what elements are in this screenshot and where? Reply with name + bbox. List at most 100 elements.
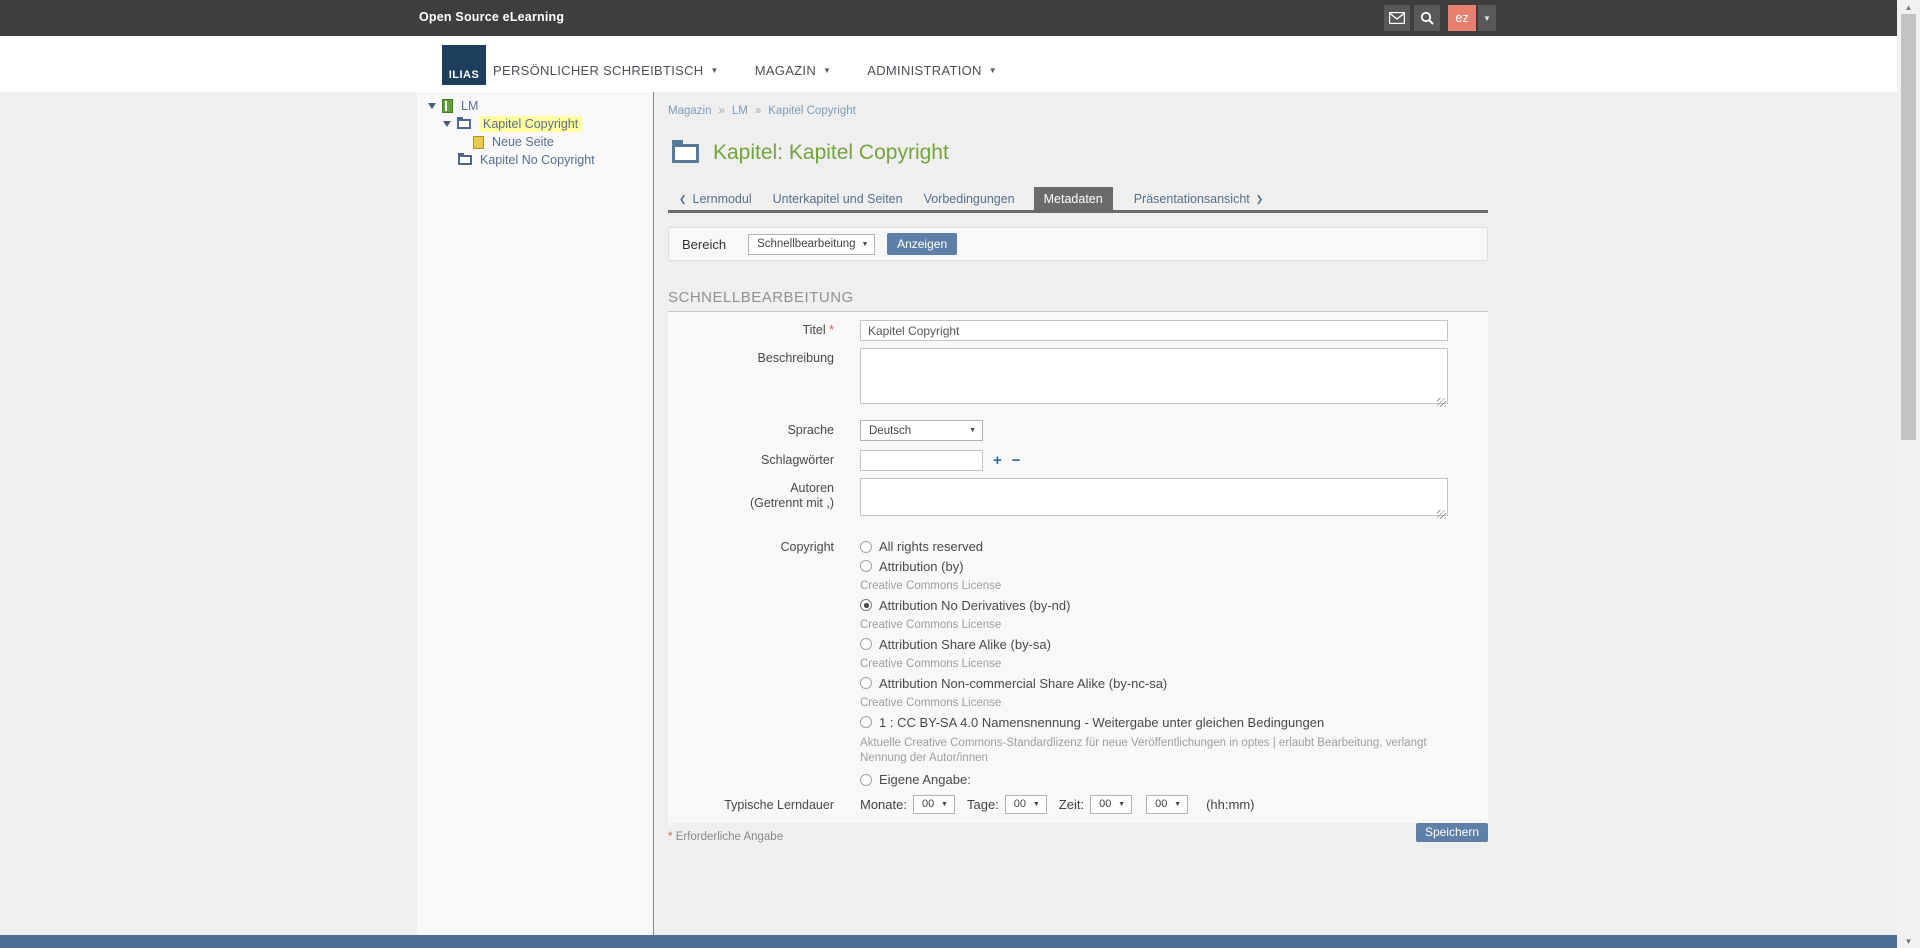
- copyright-option-cc-by-sa-40[interactable]: 1 : CC BY-SA 4.0 Namensnennung - Weiterg…: [860, 713, 1440, 733]
- sprache-row: Sprache Deutsch ▼: [668, 420, 1488, 441]
- beschreibung-textarea[interactable]: [860, 348, 1448, 404]
- user-avatar[interactable]: ez: [1448, 5, 1476, 31]
- tab-unterkapitel-und-seiten[interactable]: Unterkapitel und Seiten: [773, 187, 903, 210]
- titel-label: Titel *: [668, 320, 860, 341]
- section-heading: SCHNELLBEARBEITUNG: [668, 289, 1488, 312]
- chevron-down-icon: ▼: [1174, 801, 1181, 808]
- tab-label: Metadaten: [1044, 192, 1103, 206]
- add-keyword-button[interactable]: +: [993, 450, 1002, 471]
- cc-license-description: Aktuelle Creative Commons-Standardlizenz…: [860, 732, 1440, 770]
- copyright-option-by-sa[interactable]: Attribution Share Alike (by-sa): [860, 635, 1440, 655]
- beschreibung-label: Beschreibung: [668, 348, 860, 409]
- page-header: Kapitel: Kapitel Copyright: [668, 141, 1488, 165]
- radio-button[interactable]: [860, 599, 872, 611]
- breadcrumb-kapitel-copyright[interactable]: Kapitel Copyright: [768, 105, 856, 117]
- copyright-option-by[interactable]: Attribution (by): [860, 557, 1440, 577]
- mail-button[interactable]: [1384, 5, 1410, 31]
- menu-label: PERSÖNLICHER SCHREIBTISCH: [493, 63, 703, 78]
- breadcrumb-separator: »: [718, 105, 724, 117]
- required-asterisk: *: [829, 323, 834, 337]
- footer-bar: [0, 935, 1897, 948]
- chevron-down-icon: ▼: [1033, 801, 1040, 808]
- vertical-scrollbar[interactable]: ▲ ▼: [1897, 0, 1920, 948]
- menu-magazin[interactable]: MAGAZIN ▼: [755, 63, 832, 78]
- tree-expand-icon[interactable]: [443, 121, 451, 127]
- bereich-select[interactable]: Schnellbearbeitung ▼: [748, 234, 875, 255]
- anzeigen-button[interactable]: Anzeigen: [887, 233, 957, 255]
- user-menu-caret[interactable]: ▼: [1478, 5, 1496, 31]
- breadcrumb-lm[interactable]: LM: [732, 105, 748, 117]
- titel-input[interactable]: [860, 320, 1448, 341]
- tree-item-kapitel-no-copyright[interactable]: Kapitel No Copyright: [417, 151, 653, 169]
- radio-button[interactable]: [860, 716, 872, 728]
- zeit-stunden-select[interactable]: 00 ▼: [1090, 795, 1132, 814]
- main-navbar: ILIAS PERSÖNLICHER SCHREIBTISCH ▼ MAGAZI…: [0, 36, 1897, 92]
- page-icon: [473, 136, 484, 149]
- tree-item-kapitel-copyright[interactable]: Kapitel Copyright: [417, 115, 653, 133]
- search-button[interactable]: [1414, 5, 1440, 31]
- cc-license-note: Creative Commons License: [860, 576, 1440, 596]
- monate-label: Monate:: [860, 797, 907, 812]
- autoren-textarea[interactable]: [860, 478, 1448, 516]
- tage-select[interactable]: 00 ▼: [1005, 795, 1047, 814]
- schlagwoerter-label: Schlagwörter: [668, 450, 860, 471]
- menu-administration[interactable]: ADMINISTRATION ▼: [867, 63, 997, 78]
- tab-label: Präsentationsansicht: [1134, 192, 1250, 206]
- lerndauer-row: Typische Lerndauer Monate: 00 ▼ Tage: 00…: [668, 795, 1488, 814]
- radio-button[interactable]: [860, 541, 872, 553]
- chevron-left-icon: ❮: [679, 194, 687, 205]
- remove-keyword-button[interactable]: −: [1012, 450, 1021, 471]
- tab-back-lernmodul[interactable]: ❮ Lernmodul: [679, 187, 752, 210]
- speichern-button[interactable]: Speichern: [1416, 823, 1488, 842]
- search-icon: [1420, 11, 1434, 25]
- tree-item-lm[interactable]: LM: [417, 97, 653, 115]
- tree-item-neue-seite[interactable]: Neue Seite: [417, 133, 653, 151]
- sprache-select[interactable]: Deutsch ▼: [860, 420, 983, 441]
- tree-expand-icon[interactable]: [428, 103, 436, 109]
- copyright-option-by-nd[interactable]: Attribution No Derivatives (by-nd): [860, 596, 1440, 616]
- chevron-down-icon: ▼: [1118, 801, 1125, 808]
- tree-item-label: Neue Seite: [492, 135, 554, 149]
- zeit-minuten-select[interactable]: 00 ▼: [1146, 795, 1188, 814]
- chevron-down-icon: ▼: [1483, 14, 1491, 23]
- main-menu: PERSÖNLICHER SCHREIBTISCH ▼ MAGAZIN ▼ AD…: [493, 63, 997, 78]
- tab-vorbedingungen[interactable]: Vorbedingungen: [924, 187, 1015, 210]
- breadcrumb-magazin[interactable]: Magazin: [668, 105, 711, 117]
- ilias-logo[interactable]: ILIAS: [442, 45, 486, 85]
- tab-forward-praesentationsansicht[interactable]: Präsentationsansicht ❯: [1134, 187, 1264, 210]
- tree-item-label: Kapitel No Copyright: [480, 153, 595, 167]
- scrollbar-thumb[interactable]: [1901, 14, 1916, 440]
- schlagwoerter-row: Schlagwörter + −: [668, 450, 1488, 471]
- copyright-option-by-nc-sa[interactable]: Attribution Non-commercial Share Alike (…: [860, 674, 1440, 694]
- cc-license-note: Creative Commons License: [860, 693, 1440, 713]
- main-content: Magazin » LM » Kapitel Copyright Kapitel…: [668, 92, 1488, 843]
- form-footer: * Erforderliche Angabe Speichern: [668, 823, 1488, 843]
- radio-button[interactable]: [860, 774, 872, 786]
- tab-label: Vorbedingungen: [924, 192, 1015, 206]
- breadcrumb: Magazin » LM » Kapitel Copyright: [668, 105, 1488, 117]
- learning-module-icon: [442, 99, 453, 113]
- select-value: Schnellbearbeitung: [757, 238, 855, 250]
- radio-button[interactable]: [860, 638, 872, 650]
- tab-metadaten[interactable]: Metadaten: [1034, 187, 1113, 210]
- schlagwoerter-input[interactable]: [860, 450, 983, 471]
- scroll-up-arrow-icon[interactable]: ▲: [1897, 0, 1920, 14]
- copyright-option-all-rights[interactable]: All rights reserved: [860, 537, 1440, 557]
- top-bar: Open Source eLearning ez ▼: [0, 0, 1897, 36]
- resize-grip-icon[interactable]: [1437, 398, 1446, 407]
- radio-button[interactable]: [860, 560, 872, 572]
- menu-persoenlicher-schreibtisch[interactable]: PERSÖNLICHER SCHREIBTISCH ▼: [493, 63, 719, 78]
- copyright-label: Copyright: [668, 537, 860, 790]
- lerndauer-label: Typische Lerndauer: [668, 795, 860, 814]
- copyright-option-eigene-angabe[interactable]: Eigene Angabe:: [860, 770, 1440, 790]
- metadata-form: Titel * Beschreibung Sprache Deutsch ▼ S…: [668, 312, 1488, 823]
- scroll-down-arrow-icon[interactable]: ▼: [1897, 934, 1920, 948]
- site-title: Open Source eLearning: [419, 10, 564, 24]
- select-value: 00: [1014, 798, 1026, 810]
- radio-button[interactable]: [860, 677, 872, 689]
- monate-select[interactable]: 00 ▼: [913, 795, 955, 814]
- chevron-down-icon: ▼: [823, 66, 831, 75]
- select-value: Deutsch: [869, 425, 911, 437]
- chevron-down-icon: ▼: [989, 66, 997, 75]
- resize-grip-icon[interactable]: [1437, 510, 1446, 519]
